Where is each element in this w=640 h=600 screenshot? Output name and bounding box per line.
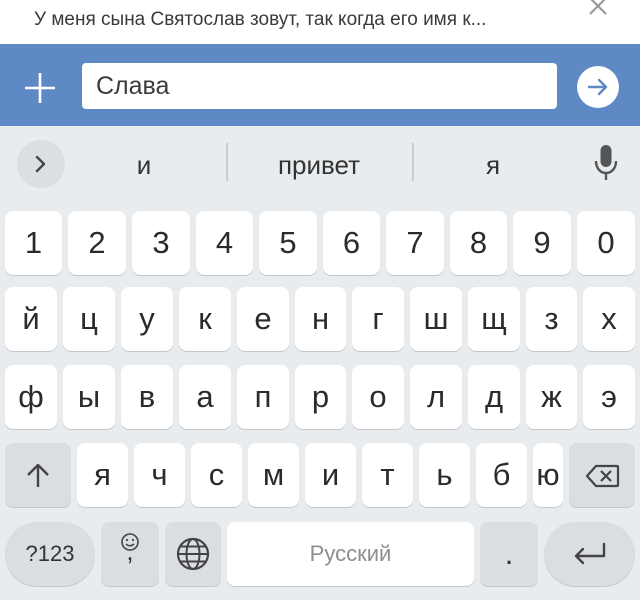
- message-input-bar: Слава: [0, 44, 640, 126]
- enter-icon: [574, 542, 606, 565]
- send-button[interactable]: [577, 66, 619, 108]
- microphone-icon[interactable]: [593, 144, 619, 182]
- globe-icon: [176, 537, 210, 571]
- key-letter[interactable]: ь: [419, 443, 470, 507]
- key-letter[interactable]: т: [362, 443, 413, 507]
- period-key[interactable]: .: [480, 522, 538, 586]
- space-key[interactable]: Русский: [227, 522, 474, 586]
- key-5[interactable]: 5: [259, 211, 317, 275]
- keyboard-row-numbers: 1 2 3 4 5 6 7 8 9 0: [0, 211, 640, 275]
- key-letter[interactable]: м: [248, 443, 299, 507]
- key-letter[interactable]: б: [476, 443, 527, 507]
- enter-key[interactable]: [544, 522, 635, 586]
- key-letter[interactable]: з: [526, 287, 577, 351]
- key-1[interactable]: 1: [5, 211, 62, 275]
- suggestion-1[interactable]: и: [114, 150, 174, 181]
- key-letter[interactable]: и: [305, 443, 356, 507]
- key-letter[interactable]: с: [191, 443, 242, 507]
- key-letter[interactable]: ч: [134, 443, 185, 507]
- reply-preview: У меня сына Святослав зовут, так когда е…: [0, 0, 640, 44]
- key-letter[interactable]: ж: [526, 365, 577, 429]
- key-6[interactable]: 6: [323, 211, 380, 275]
- key-letter[interactable]: г: [352, 287, 404, 351]
- key-letter[interactable]: ш: [410, 287, 462, 351]
- symbols-key[interactable]: ?123: [5, 522, 95, 586]
- comma-label: ,: [126, 536, 134, 566]
- key-letter[interactable]: е: [237, 287, 289, 351]
- key-letter[interactable]: э: [583, 365, 635, 429]
- key-letter[interactable]: н: [295, 287, 346, 351]
- comma-emoji-key[interactable]: ,: [101, 522, 159, 586]
- shift-icon: [27, 463, 49, 487]
- keyboard-row-3: я ч с м и т ь б ю: [0, 443, 640, 507]
- key-letter[interactable]: п: [237, 365, 289, 429]
- key-letter[interactable]: ц: [63, 287, 115, 351]
- language-key[interactable]: [165, 522, 221, 586]
- key-letter[interactable]: я: [77, 443, 128, 507]
- keyboard-row-2: ф ы в а п р о л д ж э: [0, 365, 640, 429]
- chevron-right-icon: [35, 155, 46, 173]
- key-letter[interactable]: х: [583, 287, 635, 351]
- plus-icon[interactable]: [22, 70, 58, 106]
- key-letter[interactable]: й: [5, 287, 57, 351]
- key-letter[interactable]: а: [179, 365, 231, 429]
- suggestion-3[interactable]: я: [463, 150, 523, 181]
- key-letter[interactable]: к: [179, 287, 231, 351]
- key-letter[interactable]: ю: [533, 443, 563, 507]
- reply-preview-text: У меня сына Святослав зовут, так когда е…: [34, 9, 487, 30]
- key-letter[interactable]: д: [468, 365, 520, 429]
- message-text-field[interactable]: Слава: [82, 63, 557, 109]
- keyboard-row-1: й ц у к е н г ш щ з х: [0, 287, 640, 351]
- key-letter[interactable]: в: [121, 365, 173, 429]
- key-letter[interactable]: щ: [468, 287, 520, 351]
- suggestion-divider: [412, 143, 414, 181]
- key-letter[interactable]: ы: [63, 365, 115, 429]
- backspace-key[interactable]: [569, 443, 635, 507]
- key-letter[interactable]: р: [295, 365, 346, 429]
- suggestion-divider: [226, 143, 228, 181]
- key-9[interactable]: 9: [513, 211, 571, 275]
- backspace-icon: [586, 464, 620, 488]
- key-letter[interactable]: о: [352, 365, 404, 429]
- suggestion-2[interactable]: привет: [240, 150, 398, 181]
- key-letter[interactable]: у: [121, 287, 173, 351]
- key-7[interactable]: 7: [386, 211, 444, 275]
- close-icon[interactable]: [586, 0, 610, 18]
- send-arrow-icon: [587, 78, 608, 96]
- key-2[interactable]: 2: [68, 211, 126, 275]
- key-0[interactable]: 0: [577, 211, 635, 275]
- shift-key[interactable]: [5, 443, 71, 507]
- key-3[interactable]: 3: [132, 211, 190, 275]
- key-letter[interactable]: л: [410, 365, 462, 429]
- expand-toolbar-button[interactable]: [17, 140, 65, 188]
- key-8[interactable]: 8: [450, 211, 507, 275]
- keyboard-row-bottom: ?123 , Русский .: [0, 522, 640, 586]
- suggestion-strip: и привет я: [0, 126, 640, 202]
- key-4[interactable]: 4: [196, 211, 253, 275]
- keyboard: 1 2 3 4 5 6 7 8 9 0 й ц у к е н г ш щ з …: [0, 202, 640, 600]
- key-letter[interactable]: ф: [5, 365, 57, 429]
